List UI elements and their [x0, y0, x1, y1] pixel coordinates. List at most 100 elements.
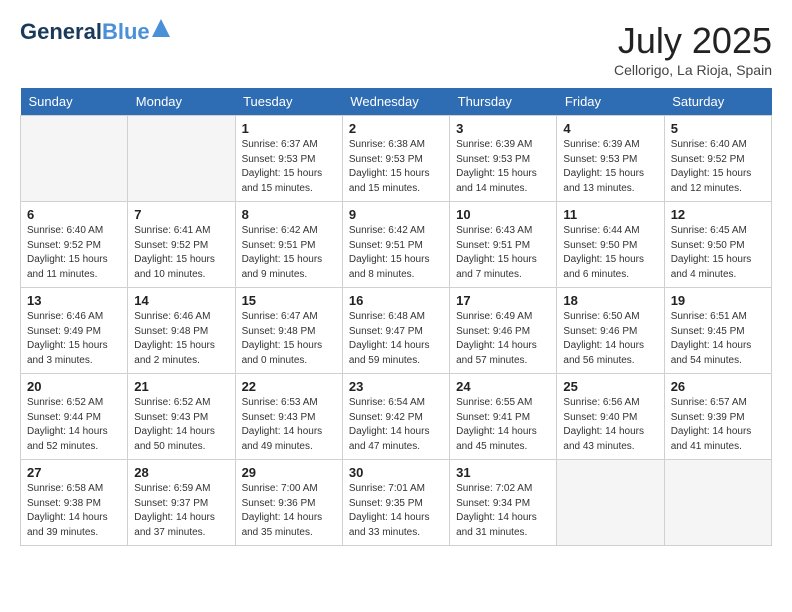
- calendar-cell: [557, 460, 664, 546]
- day-number: 17: [456, 293, 550, 308]
- calendar-cell: 9Sunrise: 6:42 AMSunset: 9:51 PMDaylight…: [342, 202, 449, 288]
- calendar-header-row: SundayMondayTuesdayWednesdayThursdayFrid…: [21, 88, 772, 116]
- day-number: 23: [349, 379, 443, 394]
- day-info: Sunrise: 6:56 AMSunset: 9:40 PMDaylight:…: [563, 396, 657, 454]
- logo-icon: [152, 19, 170, 37]
- day-info: Sunrise: 6:59 AMSunset: 9:37 PMDaylight:…: [134, 482, 228, 540]
- calendar-cell: 17 Sunrise: 6:49 AMSunset: 9:46 PMDayligh…: [450, 288, 557, 374]
- day-info: Sunrise: 6:42 AMSunset: 9:51 PMDaylight:…: [242, 224, 336, 282]
- day-info: Sunrise: 6:42 AMSunset: 9:51 PMDaylight:…: [349, 224, 443, 282]
- calendar-cell: 3 Sunrise: 6:39 AMSunset: 9:53 PMDaylight…: [450, 116, 557, 202]
- location: Cellorigo, La Rioja, Spain: [614, 62, 772, 78]
- day-number: 1: [242, 121, 336, 136]
- calendar-cell: 4 Sunrise: 6:39 AMSunset: 9:53 PMDaylight…: [557, 116, 664, 202]
- calendar-week-row: 27 Sunrise: 6:58 AMSunset: 9:38 PMDayligh…: [21, 460, 772, 546]
- day-info: Sunrise: 7:01 AMSunset: 9:35 PMDaylight:…: [349, 482, 443, 540]
- calendar-cell: 28 Sunrise: 6:59 AMSunset: 9:37 PMDayligh…: [128, 460, 235, 546]
- day-info: Sunrise: 6:49 AMSunset: 9:46 PMDaylight:…: [456, 310, 550, 368]
- calendar-cell: 21 Sunrise: 6:52 AMSunset: 9:43 PMDayligh…: [128, 374, 235, 460]
- day-number: 14: [134, 293, 228, 308]
- calendar-cell: 13Sunrise: 6:46 AMSunset: 9:49 PMDayligh…: [21, 288, 128, 374]
- calendar-cell: 11 Sunrise: 6:44 AMSunset: 9:50 PMDayligh…: [557, 202, 664, 288]
- day-number: 11: [563, 207, 657, 222]
- calendar-cell: 2 Sunrise: 6:38 AMSunset: 9:53 PMDaylight…: [342, 116, 449, 202]
- calendar-cell: 23 Sunrise: 6:54 AMSunset: 9:42 PMDayligh…: [342, 374, 449, 460]
- day-number: 27: [27, 465, 121, 480]
- weekday-header: Saturday: [664, 88, 771, 116]
- day-info: Sunrise: 6:43 AMSunset: 9:51 PMDaylight:…: [456, 224, 550, 282]
- day-info: Sunrise: 6:41 AMSunset: 9:52 PMDaylight:…: [134, 224, 228, 282]
- day-info: Sunrise: 6:50 AMSunset: 9:46 PMDaylight:…: [563, 310, 657, 368]
- calendar-cell: 25Sunrise: 6:56 AMSunset: 9:40 PMDayligh…: [557, 374, 664, 460]
- calendar-cell: 14 Sunrise: 6:46 AMSunset: 9:48 PMDayligh…: [128, 288, 235, 374]
- calendar-cell: 18 Sunrise: 6:50 AMSunset: 9:46 PMDayligh…: [557, 288, 664, 374]
- day-info: Sunrise: 6:48 AMSunset: 9:47 PMDaylight:…: [349, 310, 443, 368]
- calendar-cell: [128, 116, 235, 202]
- weekday-header: Monday: [128, 88, 235, 116]
- calendar-cell: 29 Sunrise: 7:00 AMSunset: 9:36 PMDayligh…: [235, 460, 342, 546]
- calendar-week-row: 6Sunrise: 6:40 AMSunset: 9:52 PMDaylight…: [21, 202, 772, 288]
- day-number: 18: [563, 293, 657, 308]
- day-number: 24: [456, 379, 550, 394]
- calendar-cell: 1 Sunrise: 6:37 AMSunset: 9:53 PMDaylight…: [235, 116, 342, 202]
- day-info: Sunrise: 6:52 AMSunset: 9:44 PMDaylight:…: [27, 396, 121, 454]
- day-number: 19: [671, 293, 765, 308]
- day-number: 20: [27, 379, 121, 394]
- day-info: Sunrise: 6:38 AMSunset: 9:53 PMDaylight:…: [349, 138, 443, 196]
- logo: GeneralBlue: [20, 20, 170, 44]
- day-number: 22: [242, 379, 336, 394]
- calendar-cell: 30Sunrise: 7:01 AMSunset: 9:35 PMDayligh…: [342, 460, 449, 546]
- day-info: Sunrise: 6:37 AMSunset: 9:53 PMDaylight:…: [242, 138, 336, 196]
- day-info: Sunrise: 6:54 AMSunset: 9:42 PMDaylight:…: [349, 396, 443, 454]
- weekday-header: Tuesday: [235, 88, 342, 116]
- calendar-week-row: 13Sunrise: 6:46 AMSunset: 9:49 PMDayligh…: [21, 288, 772, 374]
- day-info: Sunrise: 6:52 AMSunset: 9:43 PMDaylight:…: [134, 396, 228, 454]
- calendar-table: SundayMondayTuesdayWednesdayThursdayFrid…: [20, 88, 772, 546]
- calendar-cell: 31 Sunrise: 7:02 AMSunset: 9:34 PMDayligh…: [450, 460, 557, 546]
- calendar-cell: 6Sunrise: 6:40 AMSunset: 9:52 PMDaylight…: [21, 202, 128, 288]
- title-block: July 2025 Cellorigo, La Rioja, Spain: [614, 20, 772, 78]
- day-info: Sunrise: 6:39 AMSunset: 9:53 PMDaylight:…: [456, 138, 550, 196]
- calendar-cell: 7 Sunrise: 6:41 AMSunset: 9:52 PMDaylight…: [128, 202, 235, 288]
- day-number: 26: [671, 379, 765, 394]
- calendar-cell: [21, 116, 128, 202]
- page-header: GeneralBlue July 2025 Cellorigo, La Rioj…: [20, 20, 772, 78]
- weekday-header: Wednesday: [342, 88, 449, 116]
- calendar-cell: 24Sunrise: 6:55 AMSunset: 9:41 PMDayligh…: [450, 374, 557, 460]
- calendar-week-row: 20 Sunrise: 6:52 AMSunset: 9:44 PMDayligh…: [21, 374, 772, 460]
- day-number: 21: [134, 379, 228, 394]
- month-title: July 2025: [614, 20, 772, 62]
- calendar-cell: 27 Sunrise: 6:58 AMSunset: 9:38 PMDayligh…: [21, 460, 128, 546]
- calendar-cell: 5Sunrise: 6:40 AMSunset: 9:52 PMDaylight…: [664, 116, 771, 202]
- calendar-cell: 20 Sunrise: 6:52 AMSunset: 9:44 PMDayligh…: [21, 374, 128, 460]
- day-info: Sunrise: 6:45 AMSunset: 9:50 PMDaylight:…: [671, 224, 765, 282]
- day-info: Sunrise: 6:39 AMSunset: 9:53 PMDaylight:…: [563, 138, 657, 196]
- day-info: Sunrise: 7:00 AMSunset: 9:36 PMDaylight:…: [242, 482, 336, 540]
- day-info: Sunrise: 7:02 AMSunset: 9:34 PMDaylight:…: [456, 482, 550, 540]
- day-number: 2: [349, 121, 443, 136]
- day-info: Sunrise: 6:57 AMSunset: 9:39 PMDaylight:…: [671, 396, 765, 454]
- day-number: 7: [134, 207, 228, 222]
- day-info: Sunrise: 6:46 AMSunset: 9:48 PMDaylight:…: [134, 310, 228, 368]
- calendar-cell: 8 Sunrise: 6:42 AMSunset: 9:51 PMDaylight…: [235, 202, 342, 288]
- day-info: Sunrise: 6:58 AMSunset: 9:38 PMDaylight:…: [27, 482, 121, 540]
- day-number: 12: [671, 207, 765, 222]
- day-number: 10: [456, 207, 550, 222]
- day-number: 4: [563, 121, 657, 136]
- calendar-cell: 12 Sunrise: 6:45 AMSunset: 9:50 PMDayligh…: [664, 202, 771, 288]
- day-info: Sunrise: 6:53 AMSunset: 9:43 PMDaylight:…: [242, 396, 336, 454]
- day-info: Sunrise: 6:46 AMSunset: 9:49 PMDaylight:…: [27, 310, 121, 368]
- calendar-body: 1 Sunrise: 6:37 AMSunset: 9:53 PMDaylight…: [21, 116, 772, 546]
- day-number: 29: [242, 465, 336, 480]
- day-info: Sunrise: 6:44 AMSunset: 9:50 PMDaylight:…: [563, 224, 657, 282]
- day-number: 31: [456, 465, 550, 480]
- day-number: 8: [242, 207, 336, 222]
- calendar-cell: 22 Sunrise: 6:53 AMSunset: 9:43 PMDayligh…: [235, 374, 342, 460]
- day-info: Sunrise: 6:40 AMSunset: 9:52 PMDaylight:…: [27, 224, 121, 282]
- calendar-cell: 19Sunrise: 6:51 AMSunset: 9:45 PMDayligh…: [664, 288, 771, 374]
- calendar-cell: 10 Sunrise: 6:43 AMSunset: 9:51 PMDayligh…: [450, 202, 557, 288]
- calendar-cell: 16Sunrise: 6:48 AMSunset: 9:47 PMDayligh…: [342, 288, 449, 374]
- calendar-cell: 15Sunrise: 6:47 AMSunset: 9:48 PMDayligh…: [235, 288, 342, 374]
- day-number: 28: [134, 465, 228, 480]
- day-number: 3: [456, 121, 550, 136]
